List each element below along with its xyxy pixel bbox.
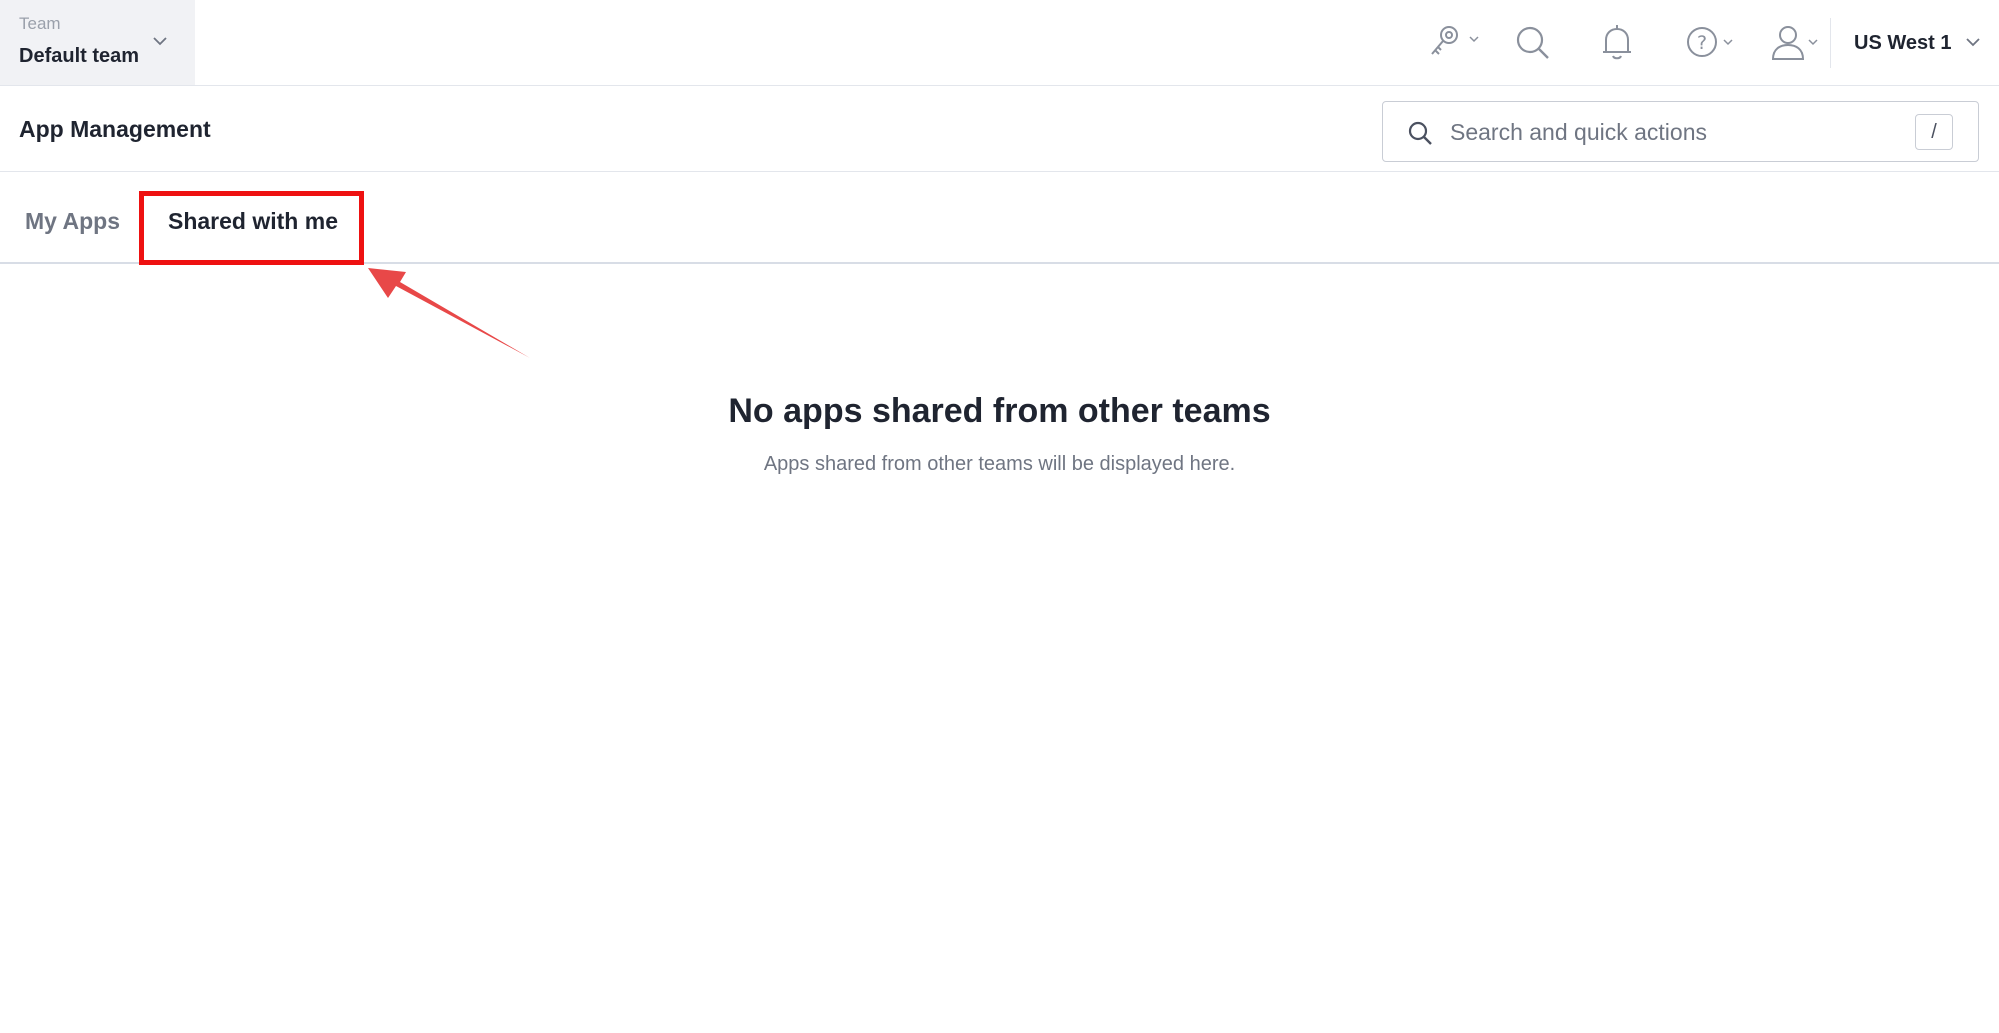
top-navigation-bar: Team Default team ? US West 1 xyxy=(0,0,1999,86)
page-title: App Management xyxy=(19,116,211,142)
region-selector[interactable]: US West 1 xyxy=(1854,28,1981,58)
tab-my-apps[interactable]: My Apps xyxy=(25,208,120,235)
search-icon xyxy=(1407,120,1433,151)
empty-state-subtitle: Apps shared from other teams will be dis… xyxy=(763,453,1236,475)
chevron-down-icon xyxy=(152,33,168,51)
annotation-arrow-icon xyxy=(368,268,530,358)
team-switcher[interactable]: Team Default team xyxy=(0,0,195,85)
search-placeholder: Search and quick actions xyxy=(1450,119,1707,145)
chevron-down-icon xyxy=(1965,34,1981,52)
bell-icon[interactable] xyxy=(1600,23,1634,63)
key-icon[interactable] xyxy=(1428,23,1480,63)
empty-state-title: No apps shared from other teams xyxy=(728,392,1271,430)
team-label: Team xyxy=(19,14,61,33)
region-label: US West 1 xyxy=(1854,31,1952,54)
annotation-highlight-box xyxy=(139,191,364,265)
help-icon[interactable]: ? xyxy=(1684,23,1736,63)
search-icon[interactable] xyxy=(1514,23,1552,63)
svg-text:?: ? xyxy=(1697,32,1707,54)
keyboard-shortcut-hint: / xyxy=(1915,114,1953,150)
top-divider xyxy=(1830,18,1831,68)
team-name: Default team xyxy=(19,45,140,67)
page-header: App Management Search and quick actions … xyxy=(0,86,1999,172)
user-icon[interactable] xyxy=(1769,23,1821,63)
search-input[interactable]: Search and quick actions / xyxy=(1382,101,1979,162)
